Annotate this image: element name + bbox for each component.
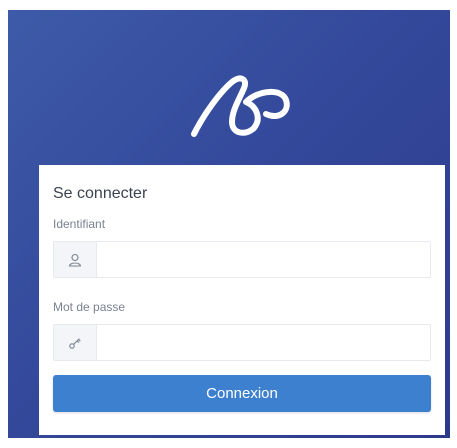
key-icon [54, 325, 97, 360]
connexion-button[interactable]: Connexion [53, 375, 431, 412]
user-icon [54, 242, 97, 277]
brand-logo [191, 75, 290, 137]
password-input[interactable] [97, 325, 430, 360]
username-input[interactable] [97, 242, 430, 277]
login-title: Se connecter [53, 185, 148, 202]
username-input-group [53, 241, 431, 278]
login-backdrop: Se connecter Identifiant Mot de passe Co… [8, 10, 450, 438]
login-form: Se connecter Identifiant Mot de passe Co… [39, 165, 445, 435]
password-input-group [53, 324, 431, 361]
password-label: Mot de passe [53, 300, 126, 314]
username-label: Identifiant [53, 217, 106, 231]
